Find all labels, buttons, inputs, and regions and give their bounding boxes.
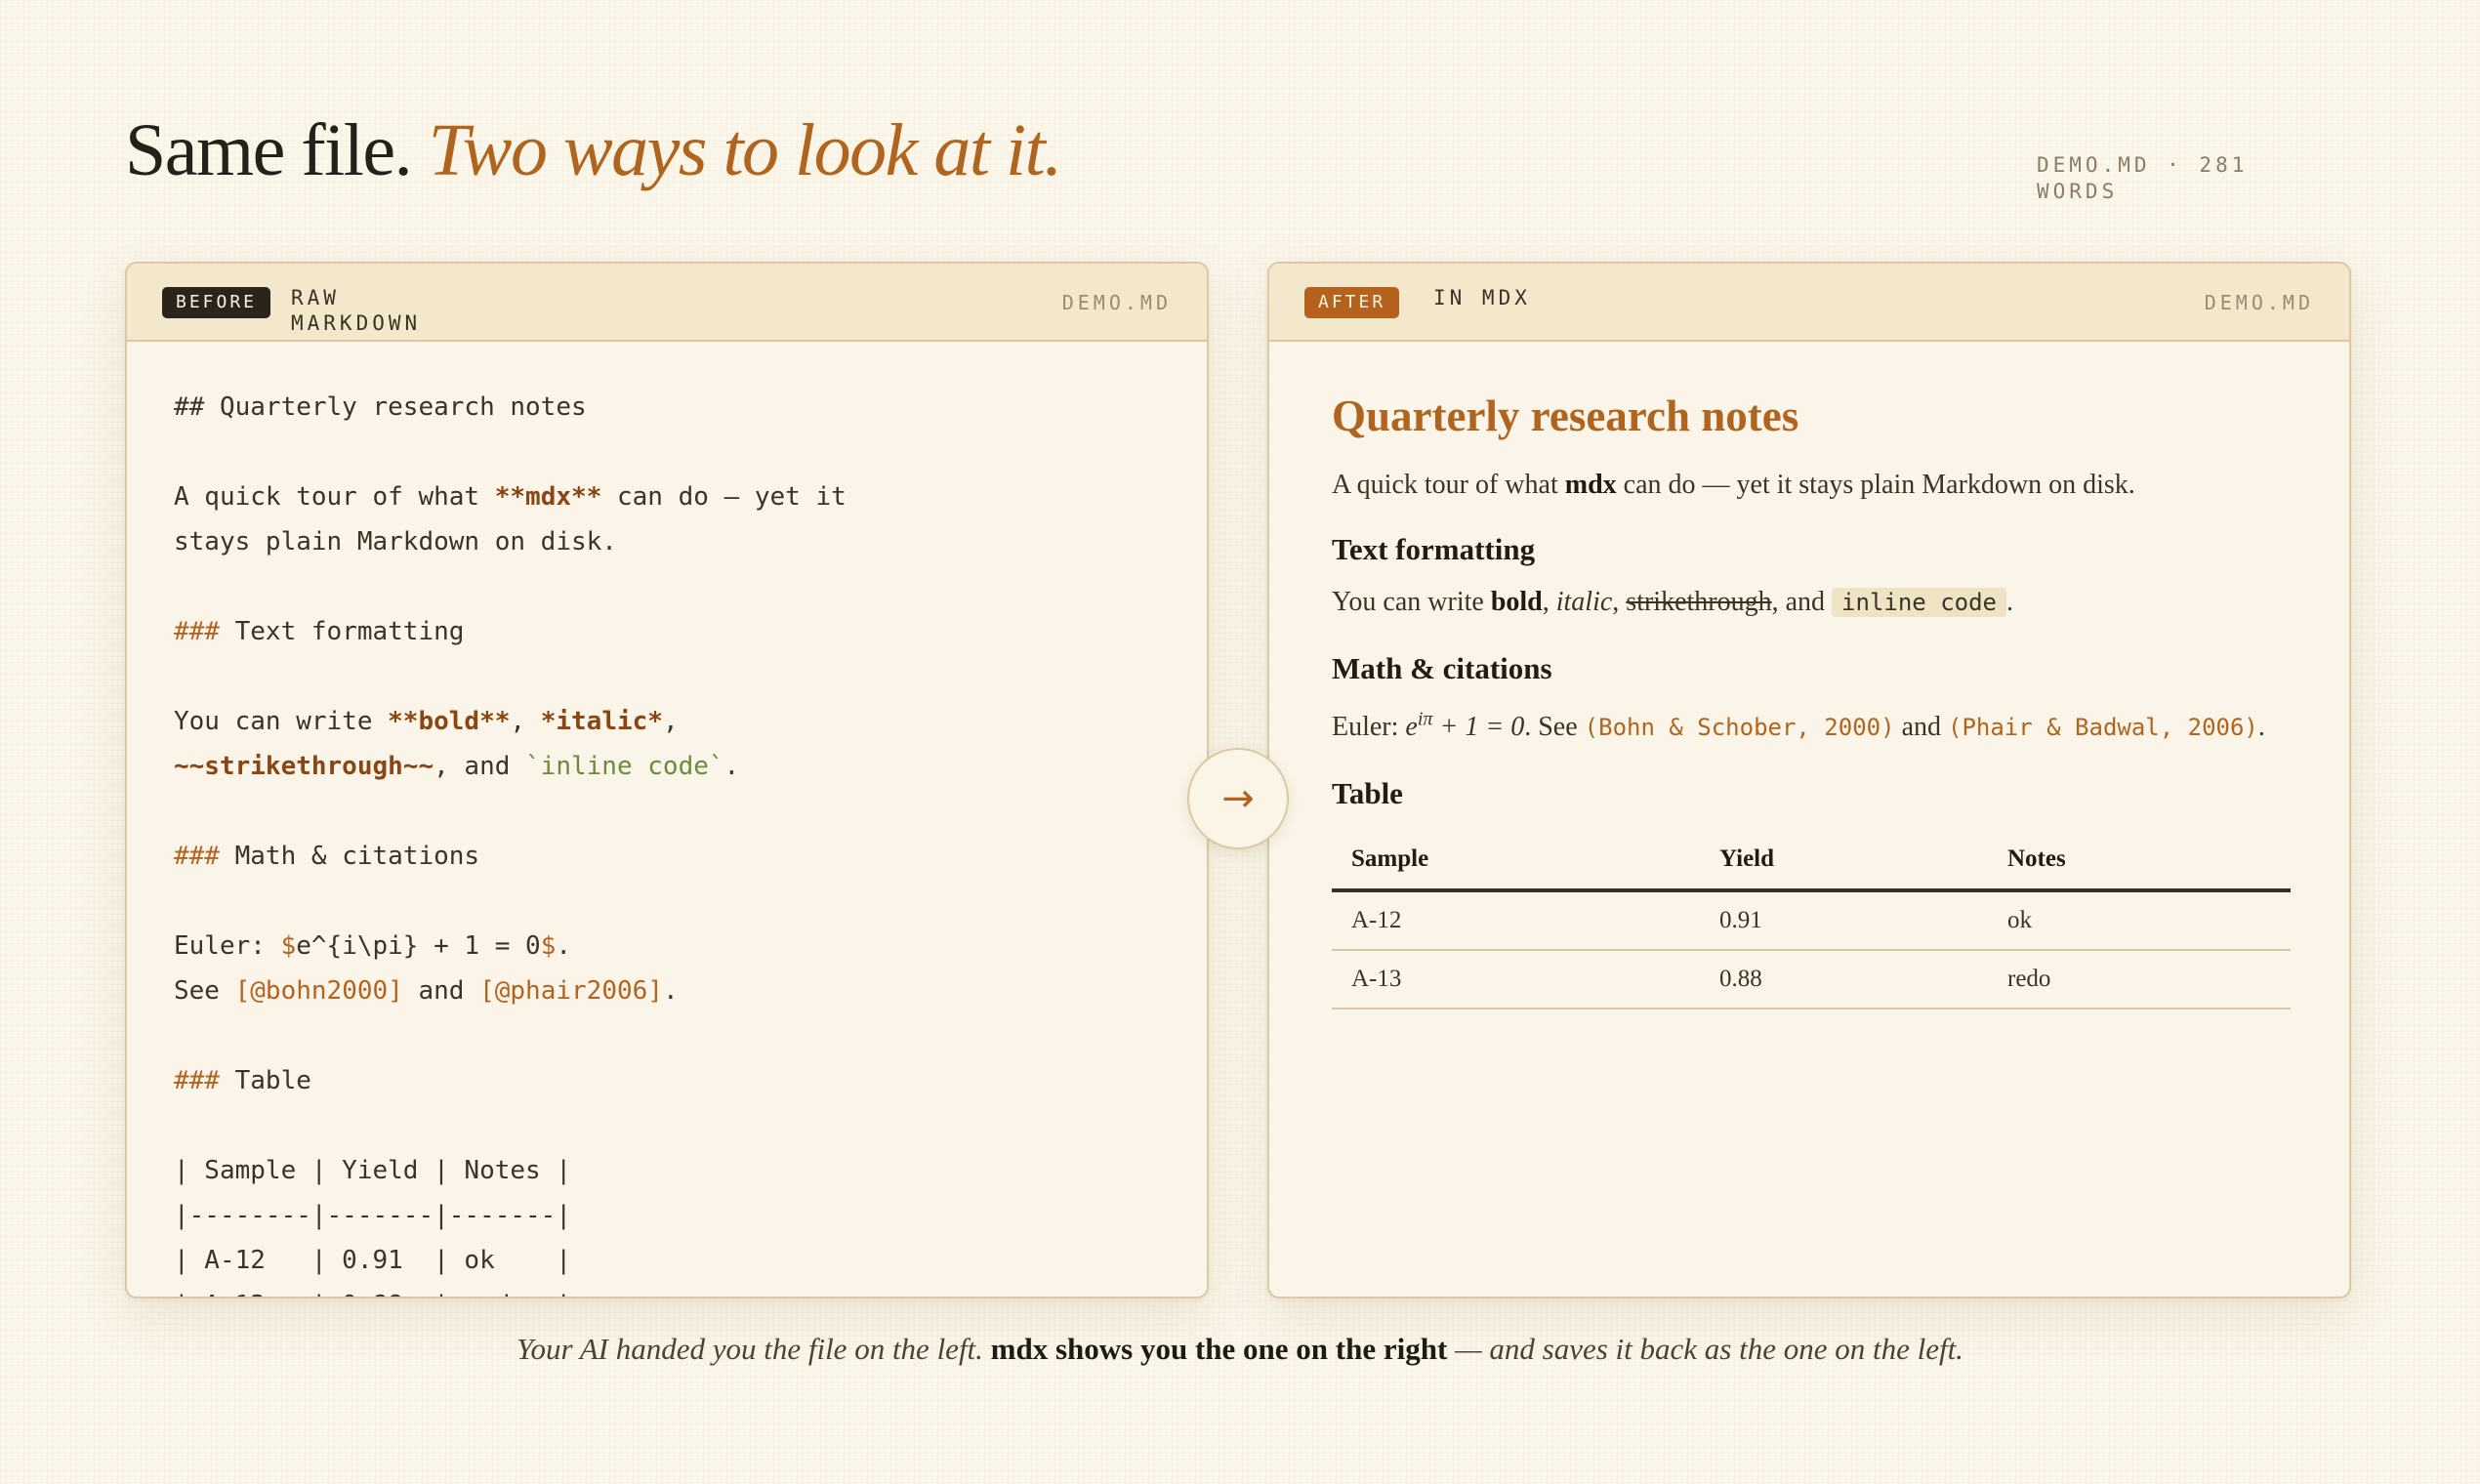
formatting-paragraph: You can write bold, italic, strikethroug… (1332, 587, 2013, 617)
table-cell: A-12 (1332, 890, 1700, 951)
heading-table: Table (1332, 776, 1403, 810)
table-row: A-12 0.91 ok (1332, 890, 2291, 951)
after-badge: AFTER (1304, 287, 1400, 318)
table-cell: ok (1988, 890, 2291, 951)
inline-code: inline code (1832, 588, 2006, 617)
table-row: A-13 0.88 redo (1332, 950, 2291, 1010)
table-header-row: Sample Yield Notes (1332, 830, 2291, 892)
source-cite-phair: [@phair2006] (479, 976, 663, 1006)
results-table: Sample Yield Notes A-12 0.91 ok A-13 0.8… (1332, 830, 2291, 1010)
table-cell: redo (1988, 950, 2291, 1010)
before-filename: DEMO.MD (1061, 291, 1172, 314)
title-plain: Same file. (125, 109, 413, 191)
arrow-right-icon[interactable]: → (1187, 748, 1289, 849)
source-h3-marker: ### (174, 617, 220, 646)
before-panel-header: BEFORE RAW MARKDOWN DEMO.MD (127, 264, 1207, 342)
after-filename: DEMO.MD (2204, 291, 2314, 314)
before-badge: BEFORE (162, 287, 271, 318)
source-table-line: | A-13 | 0.88 | redo | (174, 1291, 571, 1297)
source-bold-mdx: **mdx** (494, 482, 602, 512)
table-header-cell: Sample (1332, 830, 1700, 892)
source-cite-bohn: [@bohn2000] (234, 976, 403, 1006)
source-table-line: | A-12 | 0.91 | ok | (174, 1246, 571, 1275)
source-h2: ## Quarterly research notes (174, 392, 587, 422)
source-math: e^{i\pi} + 1 = 0 (296, 931, 541, 961)
math-paragraph: Euler: eiπ + 1 = 0. See (Bohn & Schober,… (1332, 708, 2265, 742)
table-header-cell: Notes (1988, 830, 2291, 892)
after-panel-header: AFTER IN MDX DEMO.MD (1269, 264, 2349, 342)
source-table-line: |--------|-------|-------| (174, 1201, 571, 1230)
doc-intro: A quick tour of what mdx can do — yet it… (1332, 470, 2135, 500)
after-panel: AFTER IN MDX DEMO.MD Quarterly research … (1267, 262, 2351, 1298)
heading-text-formatting: Text formatting (1332, 532, 1536, 566)
footer-caption: Your AI handed you the file on the left.… (517, 1332, 1963, 1366)
before-panel: BEFORE RAW MARKDOWN DEMO.MD ## Quarterly… (125, 262, 1209, 1298)
title-accent: Two ways to look at it. (428, 109, 1063, 191)
heading-math-citations: Math & citations (1332, 651, 1552, 685)
source-inline-code: `inline code` (525, 752, 724, 781)
table-cell: 0.88 (1700, 950, 1988, 1010)
before-mode-label: RAW MARKDOWN (291, 286, 422, 335)
doc-title: Quarterly research notes (1332, 392, 1799, 440)
raw-markdown-source[interactable]: ## Quarterly research notes A quick tour… (127, 342, 1207, 1297)
table-cell: 0.91 (1700, 890, 1988, 951)
table-cell: A-13 (1332, 950, 1700, 1010)
euler-formula: eiπ + 1 = 0 (1405, 708, 1525, 742)
citation-bohn[interactable]: (Bohn & Schober, 2000) (1585, 714, 1895, 741)
after-mode-label: IN MDX (1433, 286, 1531, 309)
page-title: Same file. Two ways to look at it. (125, 105, 1063, 195)
table-header-cell: Yield (1700, 830, 1988, 892)
rendered-document[interactable]: Quarterly research notes A quick tour of… (1269, 342, 2349, 1010)
source-table-line: | Sample | Yield | Notes | (174, 1156, 571, 1185)
file-meta: DEMO.MD · 281 WORDS (2037, 153, 2249, 203)
citation-phair[interactable]: (Phair & Badwal, 2006) (1948, 714, 2258, 741)
